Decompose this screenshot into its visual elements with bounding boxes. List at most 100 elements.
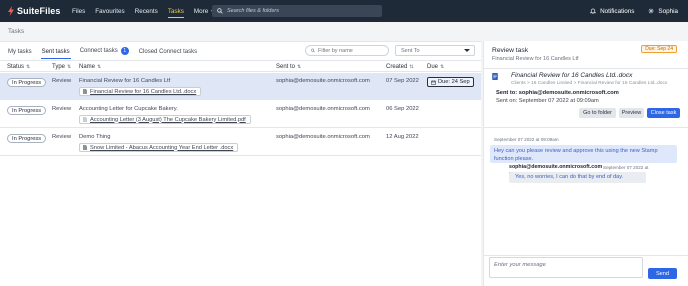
task-created: 06 Sep 2022 bbox=[386, 106, 419, 112]
nav-tasks[interactable]: Tasks bbox=[167, 8, 185, 18]
column-label: Type bbox=[52, 64, 66, 70]
file-icon bbox=[83, 145, 87, 150]
tasks-panel: My tasks Sent tasks Connect tasks 1 Close… bbox=[0, 41, 481, 286]
file-link[interactable]: Financial Review for 16 Candles Ltd..doc… bbox=[79, 87, 202, 96]
status-badge: In Progress bbox=[7, 134, 47, 143]
status-badge: In Progress bbox=[7, 78, 47, 87]
column-label: Due bbox=[427, 64, 439, 70]
task-sent-to: sophia@demosuite.onmicrosoft.com bbox=[276, 134, 370, 140]
sent-to-text: Sent to: sophia@demosuite.onmicrosoft.co… bbox=[496, 90, 619, 96]
filter-input[interactable] bbox=[318, 47, 388, 54]
tab-label: Connect tasks bbox=[79, 48, 118, 54]
task-name: Demo Thing bbox=[79, 134, 111, 140]
go-to-folder-button[interactable]: Go to folder bbox=[579, 108, 616, 118]
search-icon bbox=[217, 8, 223, 14]
search-icon bbox=[311, 48, 315, 53]
message-timestamp: September 07 2022 at 09:09am bbox=[494, 137, 559, 142]
filter-by-name[interactable] bbox=[305, 45, 389, 56]
sent-to-dropdown[interactable]: Sent To bbox=[395, 45, 475, 56]
sort-icon: ⇅ bbox=[297, 64, 302, 70]
panel-subtitle: Financial Review for 16 Candles Ltf bbox=[492, 56, 579, 62]
sort-icon: ⇅ bbox=[97, 64, 102, 70]
column-created[interactable]: Created ⇅ bbox=[386, 64, 414, 70]
due-date: Due: 24 Sep bbox=[438, 79, 470, 85]
bell-icon bbox=[590, 8, 597, 14]
message-timestamp: September 07 2022 at bbox=[603, 165, 649, 170]
notifications-label: Notifications bbox=[600, 7, 635, 15]
divider bbox=[484, 255, 688, 256]
file-name[interactable]: Financial Review for 16 Candles Ltd..doc… bbox=[511, 72, 632, 79]
file-path: Clients > 16 Candles Limited > Financial… bbox=[511, 81, 668, 86]
table-row[interactable]: In Progress Review Financial Review for … bbox=[0, 73, 481, 100]
file-name: Accounting Letter (3 August) The Cupcake… bbox=[90, 116, 246, 123]
task-type: Review bbox=[52, 134, 72, 140]
status-badge: In Progress bbox=[7, 106, 47, 115]
tab-connect-tasks[interactable]: Connect tasks 1 bbox=[80, 47, 129, 58]
preview-button[interactable]: Preview bbox=[619, 108, 644, 118]
main-nav: Files Favourites Recents Tasks More▼ bbox=[72, 7, 225, 18]
file-link[interactable]: Snow Limited - Abacus Accounting Year En… bbox=[79, 143, 239, 152]
top-right-actions: Notifications Sophia bbox=[576, 0, 678, 22]
task-sent-to: sophia@demosuite.onmicrosoft.com bbox=[276, 106, 370, 112]
tab-label: My tasks bbox=[8, 49, 32, 55]
send-button[interactable]: Send bbox=[648, 268, 677, 279]
tasks-tabs: My tasks Sent tasks Connect tasks 1 Close… bbox=[0, 42, 199, 59]
message-bubble: Yes, no worries, I can do that by end of… bbox=[509, 172, 646, 183]
global-search[interactable] bbox=[212, 5, 382, 17]
task-name: Accounting Letter for Cupcake Bakery. bbox=[79, 106, 178, 112]
task-file-card: Financial Review for 16 Candles Ltd..doc… bbox=[489, 69, 684, 123]
column-type[interactable]: Type ⇅ bbox=[52, 64, 71, 70]
due-tag: Due: Sep 24 bbox=[641, 45, 677, 53]
table-row[interactable]: In Progress Review Demo Thing sophia@dem… bbox=[0, 129, 481, 156]
review-task-panel: Review task Financial Review for 16 Cand… bbox=[483, 41, 688, 286]
caret-down-icon bbox=[464, 49, 470, 52]
nav-more-label: More bbox=[193, 7, 209, 15]
column-status[interactable]: Status ⇅ bbox=[7, 64, 30, 70]
nav-recents[interactable]: Recents bbox=[135, 8, 158, 15]
task-type: Review bbox=[52, 106, 72, 112]
sort-icon: ⇅ bbox=[409, 64, 414, 70]
file-name: Snow Limited - Abacus Accounting Year En… bbox=[90, 144, 234, 151]
sort-icon: ⇅ bbox=[440, 64, 445, 70]
nav-favourites[interactable]: Favourites bbox=[95, 8, 124, 15]
top-bar: SuiteFiles Files Favourites Recents Task… bbox=[0, 0, 688, 22]
tab-closed-connect-tasks[interactable]: Closed Connect tasks bbox=[139, 49, 197, 58]
user-name: Sophia bbox=[658, 7, 678, 15]
divider bbox=[484, 127, 688, 128]
task-name: Financial Review for 16 Candles Ltf bbox=[79, 78, 171, 84]
task-sent-to: sophia@demosuite.onmicrosoft.com bbox=[276, 78, 370, 84]
sent-on-text: Sent on: September 07 2022 at 09:09am bbox=[496, 98, 599, 104]
message-input[interactable] bbox=[494, 262, 638, 273]
brand-name: SuiteFiles bbox=[17, 6, 61, 16]
close-task-button[interactable]: Close task bbox=[647, 108, 680, 118]
calendar-icon bbox=[431, 80, 436, 85]
suitefiles-logo[interactable]: SuiteFiles bbox=[8, 6, 66, 16]
search-input[interactable] bbox=[227, 8, 377, 14]
message-compose[interactable] bbox=[489, 257, 643, 278]
file-link[interactable]: Accounting Letter (3 August) The Cupcake… bbox=[79, 115, 251, 124]
file-icon bbox=[83, 89, 87, 94]
message-bubble: Hey can you please review and approve th… bbox=[490, 145, 677, 163]
table-row[interactable]: In Progress Review Accounting Letter for… bbox=[0, 101, 481, 128]
column-label: Sent to bbox=[276, 64, 296, 70]
user-menu[interactable]: Sophia bbox=[648, 8, 678, 15]
notifications-button[interactable]: Notifications bbox=[590, 8, 634, 15]
gear-icon bbox=[649, 8, 654, 14]
column-due[interactable]: Due ⇅ bbox=[427, 64, 444, 70]
column-label: Name bbox=[79, 64, 96, 70]
tab-sent-tasks[interactable]: Sent tasks bbox=[40, 49, 71, 59]
file-name: Financial Review for 16 Candles Ltd..doc… bbox=[90, 88, 197, 95]
nav-files[interactable]: Files bbox=[72, 8, 85, 15]
panel-title: Review task bbox=[492, 47, 529, 54]
tab-label: Closed Connect tasks bbox=[138, 49, 198, 55]
pdf-file-icon bbox=[83, 117, 87, 122]
star-icon[interactable]: ☆ bbox=[626, 72, 631, 79]
message-sender: sophia@demosuite.onmicrosoft.com bbox=[509, 164, 603, 170]
table-header: Status ⇅ Type ⇅ Name ⇅ Sent to ⇅ Created ⇅ Du… bbox=[0, 60, 481, 72]
sent-to-dropdown-value: Sent To bbox=[401, 47, 420, 54]
sort-icon: ⇅ bbox=[26, 64, 31, 70]
tab-label: Sent tasks bbox=[41, 49, 70, 55]
column-name[interactable]: Name ⇅ bbox=[79, 64, 101, 70]
tab-my-tasks[interactable]: My tasks bbox=[8, 49, 32, 58]
column-sent-to[interactable]: Sent to ⇅ bbox=[276, 64, 301, 70]
